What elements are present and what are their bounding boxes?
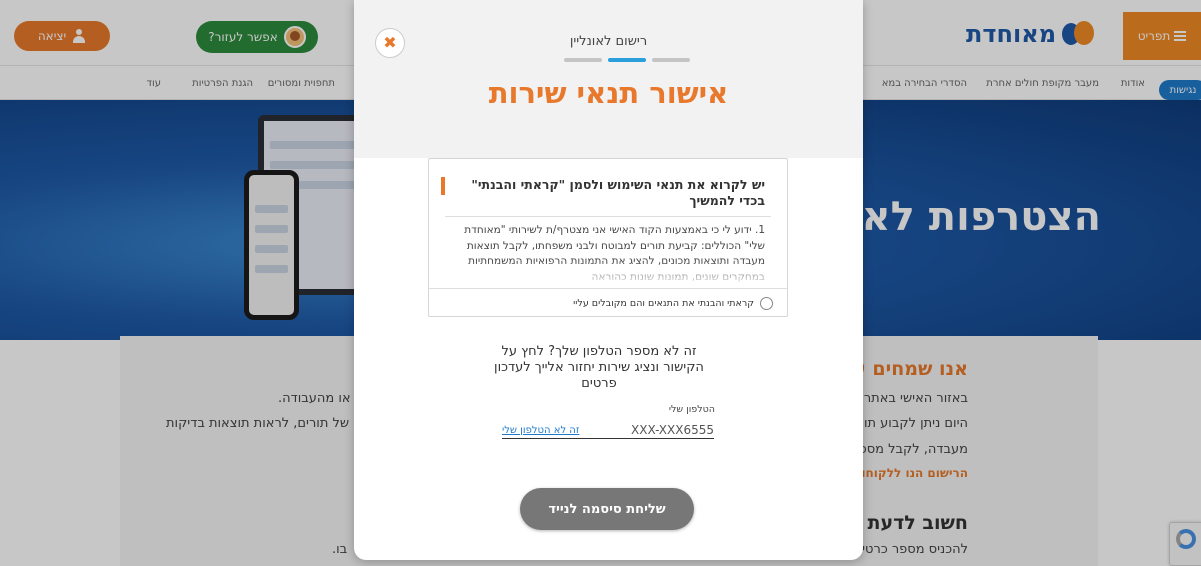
not-my-phone-link[interactable]: זה לא הטלפון שלי: [502, 425, 579, 436]
send-password-button[interactable]: שליחת סיסמה לנייד: [520, 488, 694, 530]
registration-modal: ✖ רישום לאונליין אישור תנאי שירות יש לקר…: [354, 0, 863, 560]
terms-fade: [449, 261, 767, 287]
terms-heading: יש לקרוא את תנאי השימוש ולסמן "קראתי והב…: [471, 177, 765, 208]
progress-step-active: [608, 58, 646, 62]
consent-row[interactable]: קראתי והבנתי את התנאים והם מקובלים עליי: [429, 288, 787, 318]
phone-value: XXX-XXX6555: [631, 423, 714, 437]
divider: [445, 216, 771, 217]
modal-title: אישור תנאי שירות: [488, 76, 729, 110]
progress-step: [564, 58, 602, 62]
modal-header: ✖ רישום לאונליין אישור תנאי שירות: [354, 0, 863, 158]
progress-steps: [564, 58, 690, 62]
terms-marker: [441, 177, 445, 195]
consent-label[interactable]: קראתי והבנתי את התנאים והם מקובלים עליי: [573, 298, 754, 309]
phone-field: XXX-XXX6555 זה לא הטלפון שלי: [502, 421, 714, 439]
terms-box: יש לקרוא את תנאי השימוש ולסמן "קראתי והב…: [428, 158, 788, 317]
step-label: רישום לאונליין: [569, 34, 648, 49]
phone-label: הטלפון שלי: [668, 404, 715, 415]
phone-note: זה לא מספר הטלפון שלך? לחץ על הקישור ונצ…: [494, 344, 704, 391]
progress-step: [652, 58, 690, 62]
consent-radio[interactable]: [760, 297, 773, 310]
